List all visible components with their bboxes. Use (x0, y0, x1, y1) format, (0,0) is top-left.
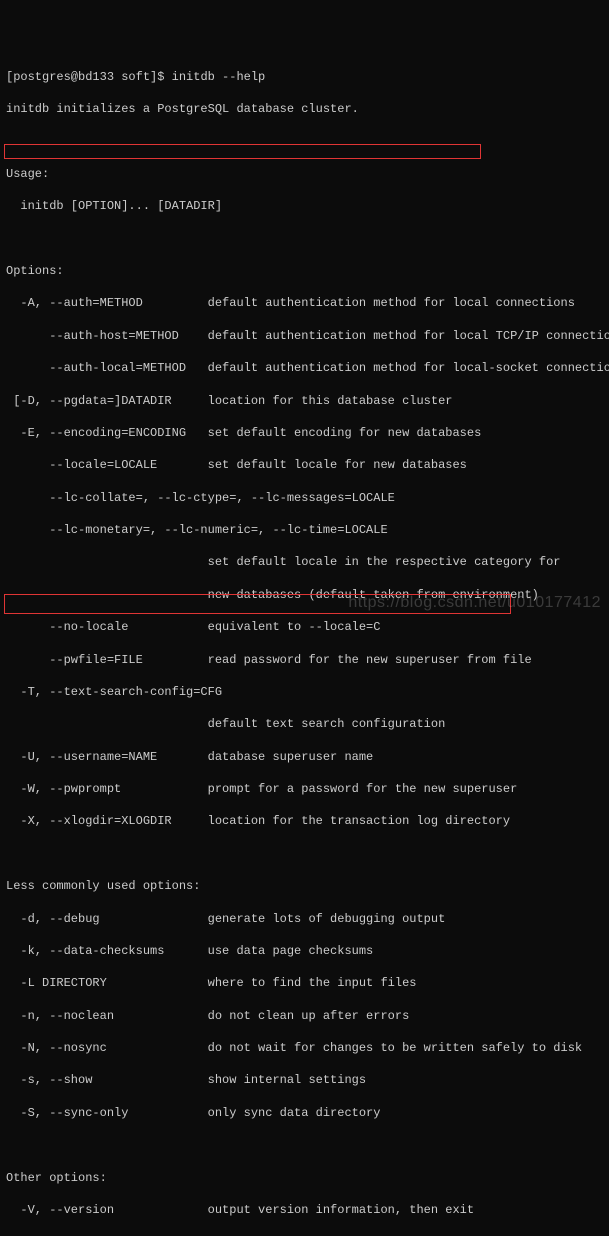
option-line: --auth-host=METHOD default authenticatio… (6, 328, 603, 344)
option-line: --lc-monetary=, --lc-numeric=, --lc-time… (6, 522, 603, 538)
command-text: initdb --help (172, 70, 266, 84)
blank-line (6, 231, 603, 247)
less-common-line: -N, --nosync do not wait for changes to … (6, 1040, 603, 1056)
option-line: -W, --pwprompt prompt for a password for… (6, 781, 603, 797)
option-line: --locale=LOCALE set default locale for n… (6, 457, 603, 473)
option-line: -T, --text-search-config=CFG (6, 684, 603, 700)
option-line: --pwfile=FILE read password for the new … (6, 652, 603, 668)
option-line: --no-locale equivalent to --locale=C (6, 619, 603, 635)
usage-line: initdb [OPTION]... [DATADIR] (6, 198, 603, 214)
other-line: -V, --version output version information… (6, 1202, 603, 1218)
usage-header: Usage: (6, 166, 603, 182)
other-line: -?, --help show this help, then exit (6, 1234, 603, 1236)
intro-line: initdb initializes a PostgreSQL database… (6, 101, 603, 117)
less-common-line: -L DIRECTORY where to find the input fil… (6, 975, 603, 991)
less-common-header: Less commonly used options: (6, 878, 603, 894)
option-line-pgdata: [-D, --pgdata=]DATADIR location for this… (6, 393, 603, 409)
less-common-line: -S, --sync-only only sync data directory (6, 1105, 603, 1121)
blank-line (6, 846, 603, 862)
prompt-line: [postgres@bd133 soft]$ initdb --help (6, 69, 603, 85)
less-common-line: -d, --debug generate lots of debugging o… (6, 911, 603, 927)
option-line: -A, --auth=METHOD default authentication… (6, 295, 603, 311)
blank-line (6, 1137, 603, 1153)
option-line: set default locale in the respective cat… (6, 554, 603, 570)
option-line: --auth-local=METHOD default authenticati… (6, 360, 603, 376)
less-common-line: -k, --data-checksums use data page check… (6, 943, 603, 959)
option-line: -X, --xlogdir=XLOGDIR location for the t… (6, 813, 603, 829)
less-common-line: -s, --show show internal settings (6, 1072, 603, 1088)
less-common-line: -n, --noclean do not clean up after erro… (6, 1008, 603, 1024)
option-line: default text search configuration (6, 716, 603, 732)
option-line: -U, --username=NAME database superuser n… (6, 749, 603, 765)
option-line: --lc-collate=, --lc-ctype=, --lc-message… (6, 490, 603, 506)
blank-line (6, 134, 603, 150)
other-header: Other options: (6, 1170, 603, 1186)
options-header: Options: (6, 263, 603, 279)
prompt-user-host: [postgres@bd133 soft]$ (6, 70, 164, 84)
option-line: new databases (default taken from enviro… (6, 587, 603, 603)
option-line: -E, --encoding=ENCODING set default enco… (6, 425, 603, 441)
